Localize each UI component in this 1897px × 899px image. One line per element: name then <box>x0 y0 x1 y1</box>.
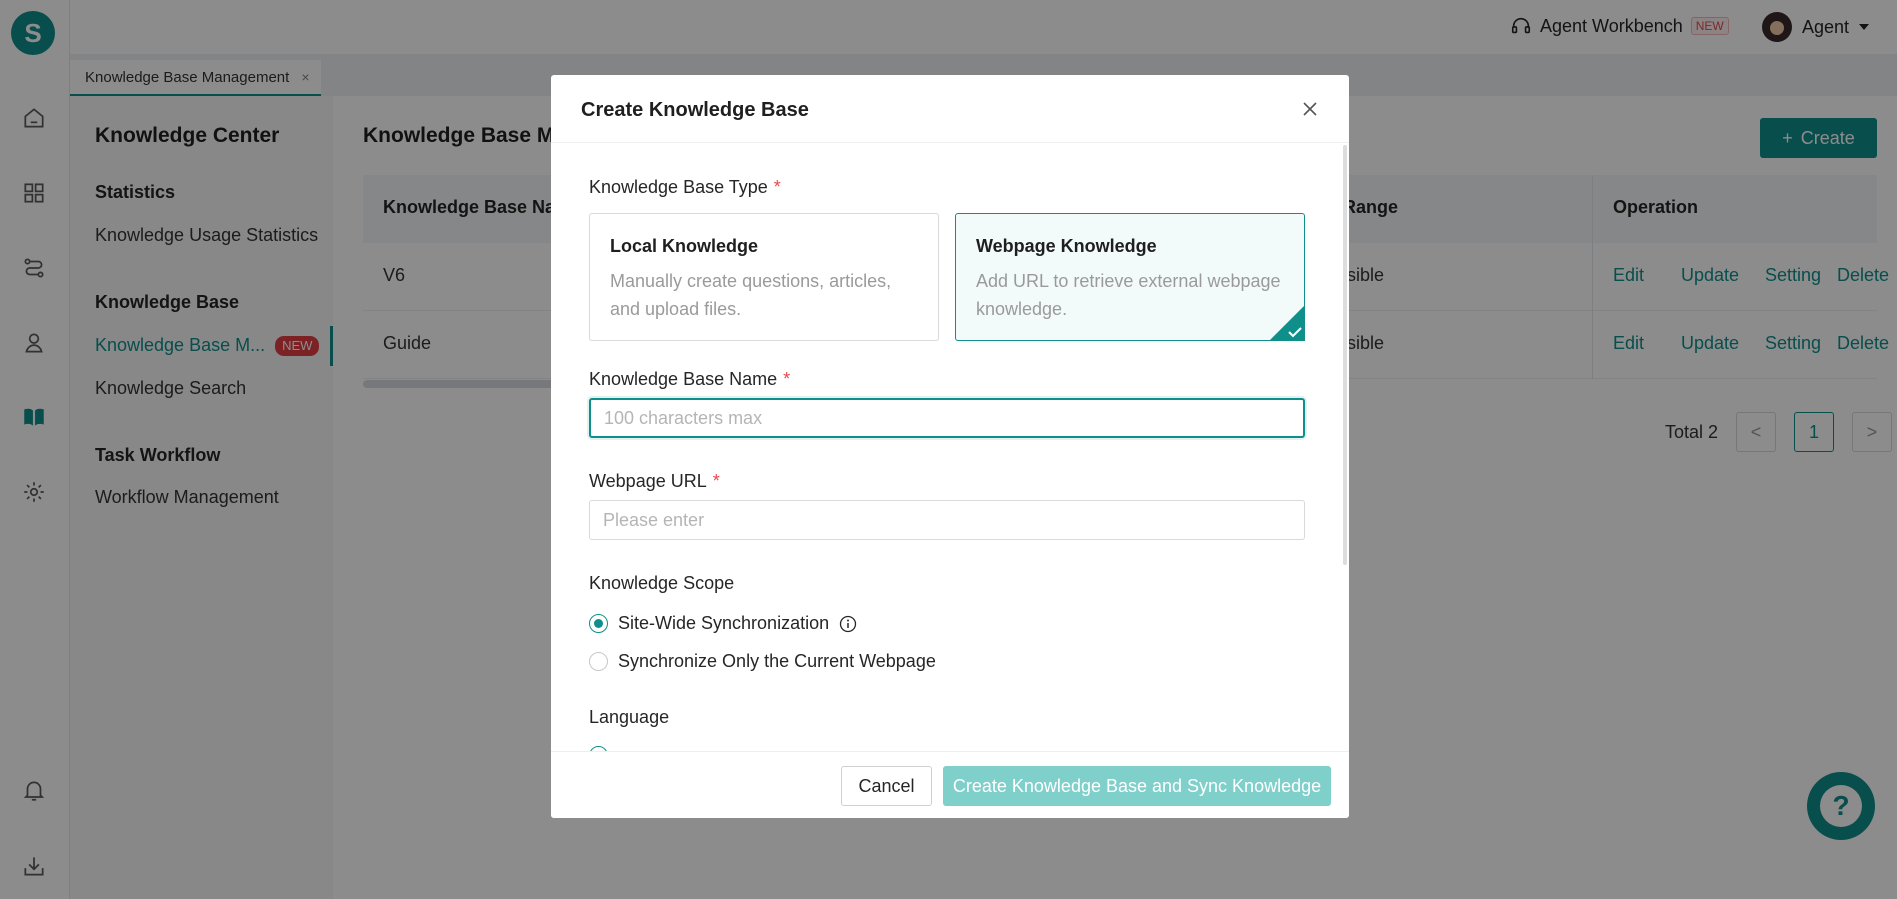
radio-checked[interactable] <box>589 614 608 633</box>
scope-current-page-radio[interactable]: Synchronize Only the Current Webpage <box>589 651 936 672</box>
knowledge-base-name-input[interactable] <box>589 398 1305 438</box>
option-description: Add URL to retrieve external webpage kno… <box>976 271 1281 319</box>
option-title: Local Knowledge <box>610 236 759 256</box>
option-description: Manually create questions, articles, and… <box>610 271 892 319</box>
language-label: Language <box>589 707 670 727</box>
cancel-button[interactable]: Cancel <box>841 766 932 806</box>
create-and-sync-button[interactable]: Create Knowledge Base and Sync Knowledge <box>943 766 1331 806</box>
radio-unchecked[interactable] <box>589 652 608 671</box>
create-knowledge-base-dialog: Create Knowledge Base Knowledge Base Typ… <box>551 75 1349 818</box>
scope-site-wide-radio[interactable]: Site-Wide Synchronization <box>589 613 857 634</box>
knowledge-scope-label: Knowledge Scope <box>589 573 735 593</box>
selected-check-icon <box>1269 305 1305 341</box>
info-icon[interactable] <box>839 615 857 633</box>
webpage-knowledge-option[interactable]: Webpage Knowledge Add URL to retrieve ex… <box>955 213 1305 341</box>
knowledge-base-type-label: Knowledge Base Type * <box>589 177 781 197</box>
close-icon[interactable] <box>1298 97 1322 121</box>
required-mark: * <box>712 471 720 491</box>
required-mark: * <box>773 177 781 197</box>
webpage-url-label: Webpage URL * <box>589 471 720 491</box>
dialog-title: Create Knowledge Base <box>581 99 809 121</box>
dialog-scrollbar[interactable] <box>1343 145 1347 565</box>
required-mark: * <box>783 369 791 389</box>
dialog-header: Create Knowledge Base <box>551 75 1349 143</box>
option-title: Webpage Knowledge <box>976 236 1157 256</box>
webpage-url-input[interactable] <box>589 500 1305 540</box>
local-knowledge-option[interactable]: Local Knowledge Manually create question… <box>589 213 939 341</box>
knowledge-base-name-label: Knowledge Base Name * <box>589 369 791 389</box>
